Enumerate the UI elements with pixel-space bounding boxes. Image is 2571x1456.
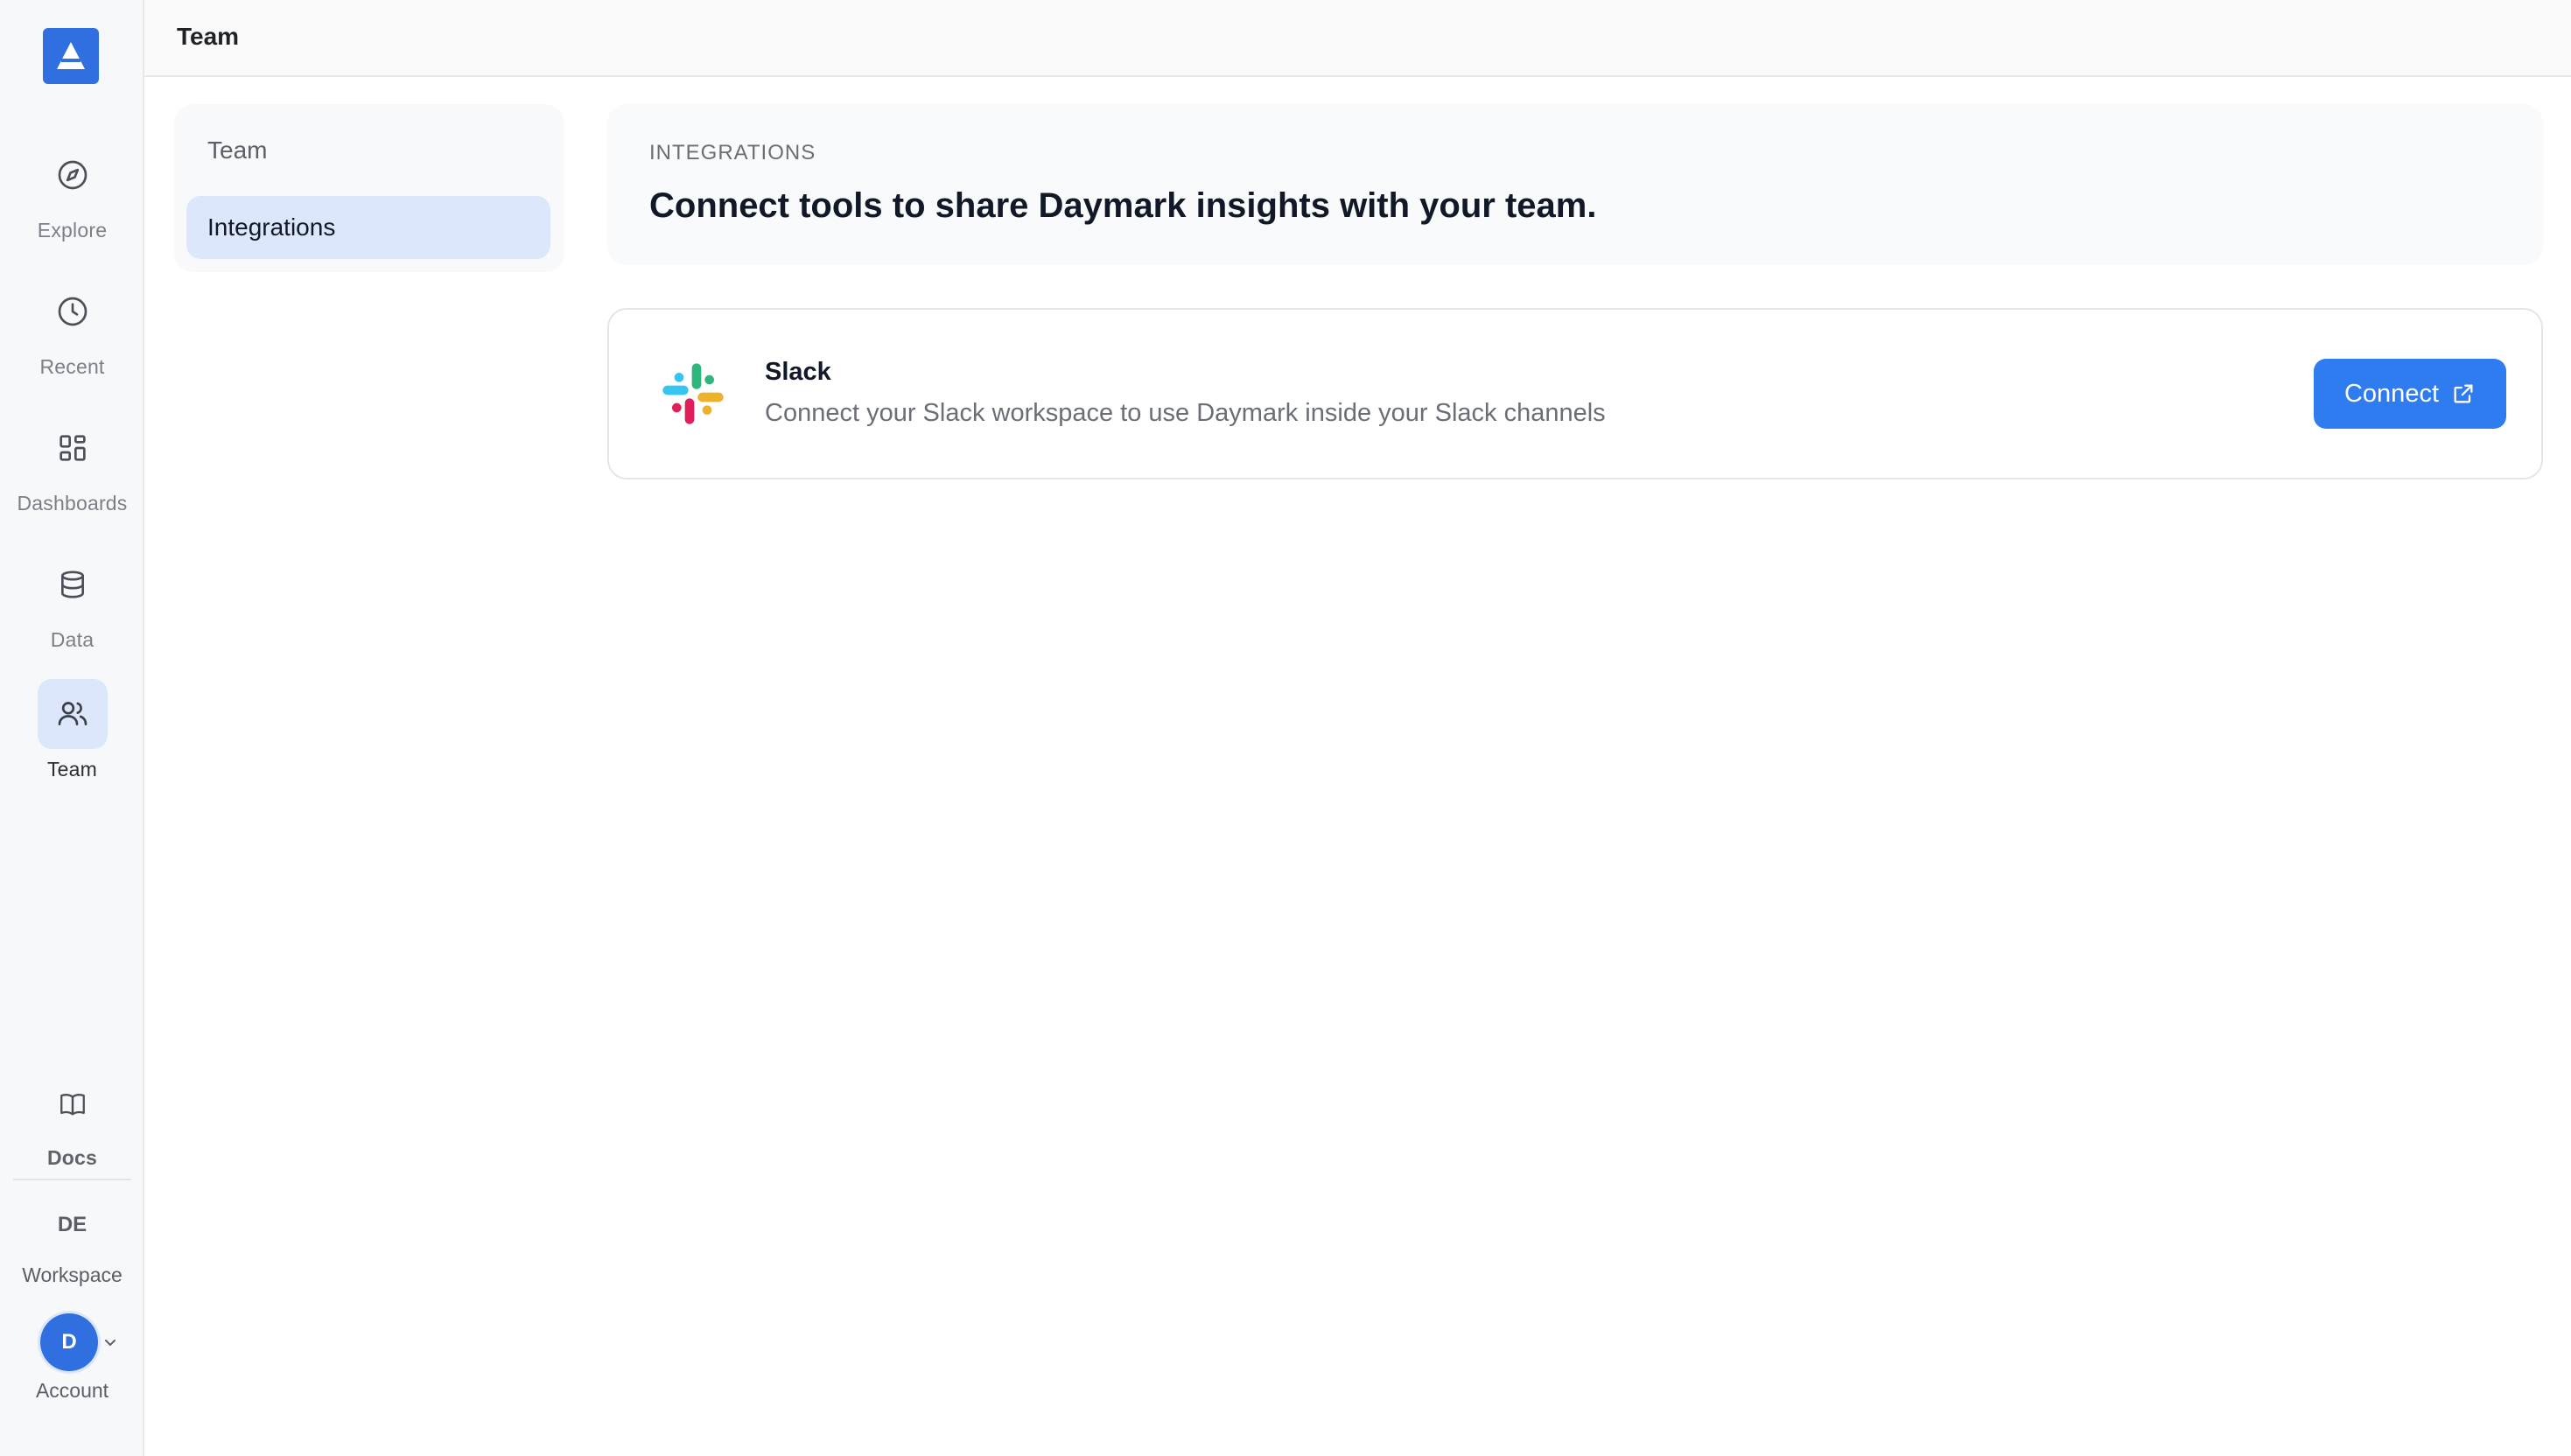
rail-item-docs[interactable]: Docs: [0, 1069, 144, 1183]
avatar[interactable]: D: [40, 1313, 98, 1371]
rail-divider: [13, 1179, 131, 1180]
integration-card-slack: Slack Connect your Slack workspace to us…: [607, 308, 2543, 480]
external-link-icon: [2454, 384, 2473, 403]
chevron-down-icon[interactable]: [103, 1335, 117, 1349]
rail-label-docs: Docs: [46, 1146, 98, 1169]
clock-icon: [38, 276, 108, 346]
rail-item-data[interactable]: Data: [0, 550, 144, 663]
integration-description: Connect your Slack workspace to use Daym…: [765, 399, 1606, 427]
rail-label-recent: Recent: [39, 355, 105, 378]
team-subnav: Team Integrations: [174, 104, 564, 272]
rail-label-team: Team: [46, 758, 98, 780]
rail-item-recent[interactable]: Recent: [0, 276, 144, 390]
rail-label-dashboards: Dashboards: [17, 492, 128, 514]
workspace-initials[interactable]: DE: [0, 1213, 144, 1237]
account-label: Account: [35, 1379, 109, 1402]
database-icon: [38, 550, 108, 620]
workspace-label: Workspace: [22, 1264, 123, 1286]
rail-item-team[interactable]: Team: [0, 679, 144, 793]
book-icon: [38, 1069, 108, 1139]
rail-item-dashboards[interactable]: Dashboards: [0, 413, 144, 527]
rail-label-explore: Explore: [37, 219, 108, 242]
users-icon: [37, 679, 108, 749]
connect-button-label: Connect: [2343, 379, 2439, 408]
app-window: Explore Recent Dashboards Data Team Docs…: [0, 0, 2571, 1456]
subnav-item-integrations[interactable]: Integrations: [186, 196, 550, 259]
left-rail: Explore Recent Dashboards Data Team Docs…: [0, 0, 144, 1456]
integrations-header: INTEGRATIONS Connect tools to share Daym…: [607, 104, 2543, 265]
dashboard-grid-icon: [38, 413, 108, 483]
connect-button[interactable]: Connect: [2314, 359, 2506, 429]
section-eyebrow: INTEGRATIONS: [649, 141, 816, 164]
page-title: Team: [177, 23, 240, 50]
slack-logo: [662, 363, 724, 424]
app-logo[interactable]: [43, 28, 99, 84]
account-menu[interactable]: D: [40, 1313, 117, 1371]
section-title: Connect tools to share Daymark insights …: [649, 186, 1597, 225]
rail-label-data: Data: [50, 628, 95, 651]
compass-icon: [38, 140, 108, 210]
rail-item-explore[interactable]: Explore: [0, 140, 144, 254]
subnav-item-team[interactable]: Team: [186, 119, 550, 182]
logo-icon: [57, 42, 85, 69]
top-bar: Team: [144, 0, 2571, 77]
integration-name: Slack: [765, 358, 831, 386]
